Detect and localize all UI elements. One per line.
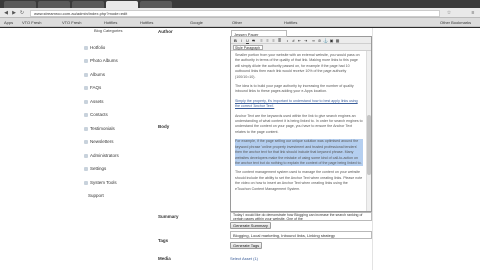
outdent-icon[interactable]: ⇤: [297, 38, 302, 43]
align-left-icon[interactable]: ≡: [259, 38, 264, 43]
post-edit-form: Author Jessen Pauer B I U S ≡ ≡ ≡ ≣ • # …: [150, 28, 400, 270]
bookmark-item[interactable]: VTO Fresh: [62, 20, 82, 25]
contacts-icon: [84, 113, 88, 117]
admin-sidebar: Blog Categories Hotfolio Photo Albums Al…: [84, 28, 154, 270]
sidebar-item-assets[interactable]: Assets: [90, 99, 104, 104]
star-icon[interactable]: ☆: [446, 10, 452, 16]
tags-input[interactable]: Blogging, Local marketing, Inbound links…: [230, 231, 372, 239]
address-bar-row: ◀ ▶ ↻ www.streamroo.com.au/admin/index.p…: [0, 8, 480, 18]
bookmark-item[interactable]: Hotfiles: [104, 20, 117, 25]
content-divider: [372, 28, 373, 270]
assets-icon: [84, 100, 88, 104]
select-asset-link[interactable]: Select Asset (1): [230, 256, 258, 261]
strikethrough-icon[interactable]: S: [251, 38, 256, 43]
editor-scroll-thumb[interactable]: [367, 115, 371, 175]
sidebar-item-settings[interactable]: Settings: [90, 166, 106, 171]
editor-scrollbar[interactable]: [366, 51, 371, 211]
browser-tab-bar: [0, 0, 480, 8]
testimonials-icon: [84, 127, 88, 131]
newsletters-icon: [84, 140, 88, 144]
numbered-list-icon[interactable]: #: [291, 38, 296, 43]
bookmark-item[interactable]: Other Bookmarks: [440, 20, 471, 25]
image-icon[interactable]: ▣: [329, 38, 334, 43]
italic-icon[interactable]: I: [239, 38, 244, 43]
anchor-icon[interactable]: ⚓: [323, 38, 328, 43]
back-icon[interactable]: ◀: [3, 10, 9, 16]
menu-icon[interactable]: ≡: [470, 10, 476, 16]
media-label: Media: [158, 256, 171, 261]
author-label: Author: [158, 29, 173, 34]
unlink-icon[interactable]: ⊘: [317, 38, 322, 43]
editor-paragraph-link[interactable]: Simply the property, it's important to u…: [235, 99, 363, 110]
browser-tab[interactable]: [4, 1, 36, 8]
editor-toolbar-top: B I U S ≡ ≡ ≡ ≣ • # ⇤ ⇥ ∞ ⊘ ⚓ ▣ ▦: [231, 37, 371, 44]
bookmark-item[interactable]: Apps: [4, 20, 13, 25]
editor-paragraph: Smaller portion from your website with a…: [235, 53, 360, 79]
hotfolio-icon: [84, 46, 88, 50]
editor-paragraph: The idea is to build your page authority…: [235, 84, 354, 94]
align-center-icon[interactable]: ≡: [265, 38, 270, 43]
justify-icon[interactable]: ≣: [277, 38, 282, 43]
bookmark-item[interactable]: Other: [232, 20, 242, 25]
bookmark-item[interactable]: Google: [190, 20, 203, 25]
rich-text-editor[interactable]: Jessen Pauer B I U S ≡ ≡ ≡ ≣ • # ⇤ ⇥ ∞ ⊘…: [230, 30, 372, 212]
sidebar-item-albums[interactable]: Albums: [90, 72, 105, 77]
bookmark-item[interactable]: Hotfiles: [284, 20, 297, 25]
editor-content[interactable]: Smaller portion from your website with a…: [231, 51, 367, 211]
bookmark-item[interactable]: Hotfiles: [140, 20, 153, 25]
sidebar-item-system-tools[interactable]: System Tools: [90, 180, 117, 185]
bullet-list-icon[interactable]: •: [285, 38, 290, 43]
browser-tab-active[interactable]: [106, 1, 138, 8]
sidebar-item-newsletters[interactable]: Newsletters: [90, 139, 114, 144]
albums-icon: [84, 73, 88, 77]
sidebar-item-photo-albums[interactable]: Photo Albums: [90, 58, 118, 63]
sidebar-item-administrators[interactable]: Administrators: [90, 153, 119, 158]
paragraph-style-select[interactable]: Style Paragraph: [233, 45, 263, 50]
editor-paragraph: Anchor Text are the keywords used within…: [235, 113, 363, 134]
reload-icon[interactable]: ↻: [19, 10, 25, 16]
forward-icon[interactable]: ▶: [11, 10, 17, 16]
align-right-icon[interactable]: ≡: [271, 38, 276, 43]
underline-icon[interactable]: U: [245, 38, 250, 43]
settings-icon: [84, 167, 88, 171]
sidebar-item-hotfolio[interactable]: Hotfolio: [90, 45, 105, 50]
browser-tab[interactable]: [72, 1, 104, 8]
generate-tags-button[interactable]: Generate Tags: [230, 242, 263, 249]
browser-tab[interactable]: [38, 1, 70, 8]
summary-textarea[interactable]: Today I would like do demonstrate how Bl…: [230, 212, 372, 221]
photo-albums-icon: [84, 59, 88, 63]
sidebar-item-blog-categories[interactable]: Blog Categories: [94, 28, 122, 33]
faqs-icon: [84, 86, 88, 90]
sidebar-item-contacts[interactable]: Contacts: [90, 112, 108, 117]
system-tools-icon: [84, 181, 88, 185]
sidebar-item-support[interactable]: Support: [88, 193, 104, 198]
tags-label: Tags: [158, 238, 169, 243]
admin-page: Blog Categories Hotfolio Photo Albums Al…: [0, 28, 480, 270]
editor-paragraph-selected: For example, if the page selling our uni…: [235, 139, 363, 167]
sidebar-item-faqs[interactable]: FAQs: [90, 85, 101, 90]
bookmark-item[interactable]: VTO Fresh: [22, 20, 42, 25]
editor-toolbar-format: Style Paragraph: [231, 44, 371, 51]
url-field[interactable]: www.streamroo.com.au/admin/index.php?mod…: [30, 10, 440, 17]
bookmarks-bar: Apps VTO Fresh VTO Fresh Hotfiles Hotfil…: [0, 18, 480, 27]
summary-label: Summary: [158, 214, 179, 219]
link-icon[interactable]: ∞: [311, 38, 316, 43]
indent-icon[interactable]: ⇥: [303, 38, 308, 43]
administrators-icon: [84, 154, 88, 158]
bold-icon[interactable]: B: [233, 38, 238, 43]
table-icon[interactable]: ▦: [335, 38, 340, 43]
body-label: Body: [158, 124, 170, 129]
generate-summary-button[interactable]: Generate Summary: [230, 222, 271, 229]
author-input[interactable]: Jessen Pauer: [231, 30, 287, 37]
sidebar-item-testimonials[interactable]: Testimonials: [90, 126, 115, 131]
browser-tab[interactable]: [140, 1, 172, 8]
editor-paragraph: The content management system used to ma…: [235, 170, 363, 191]
